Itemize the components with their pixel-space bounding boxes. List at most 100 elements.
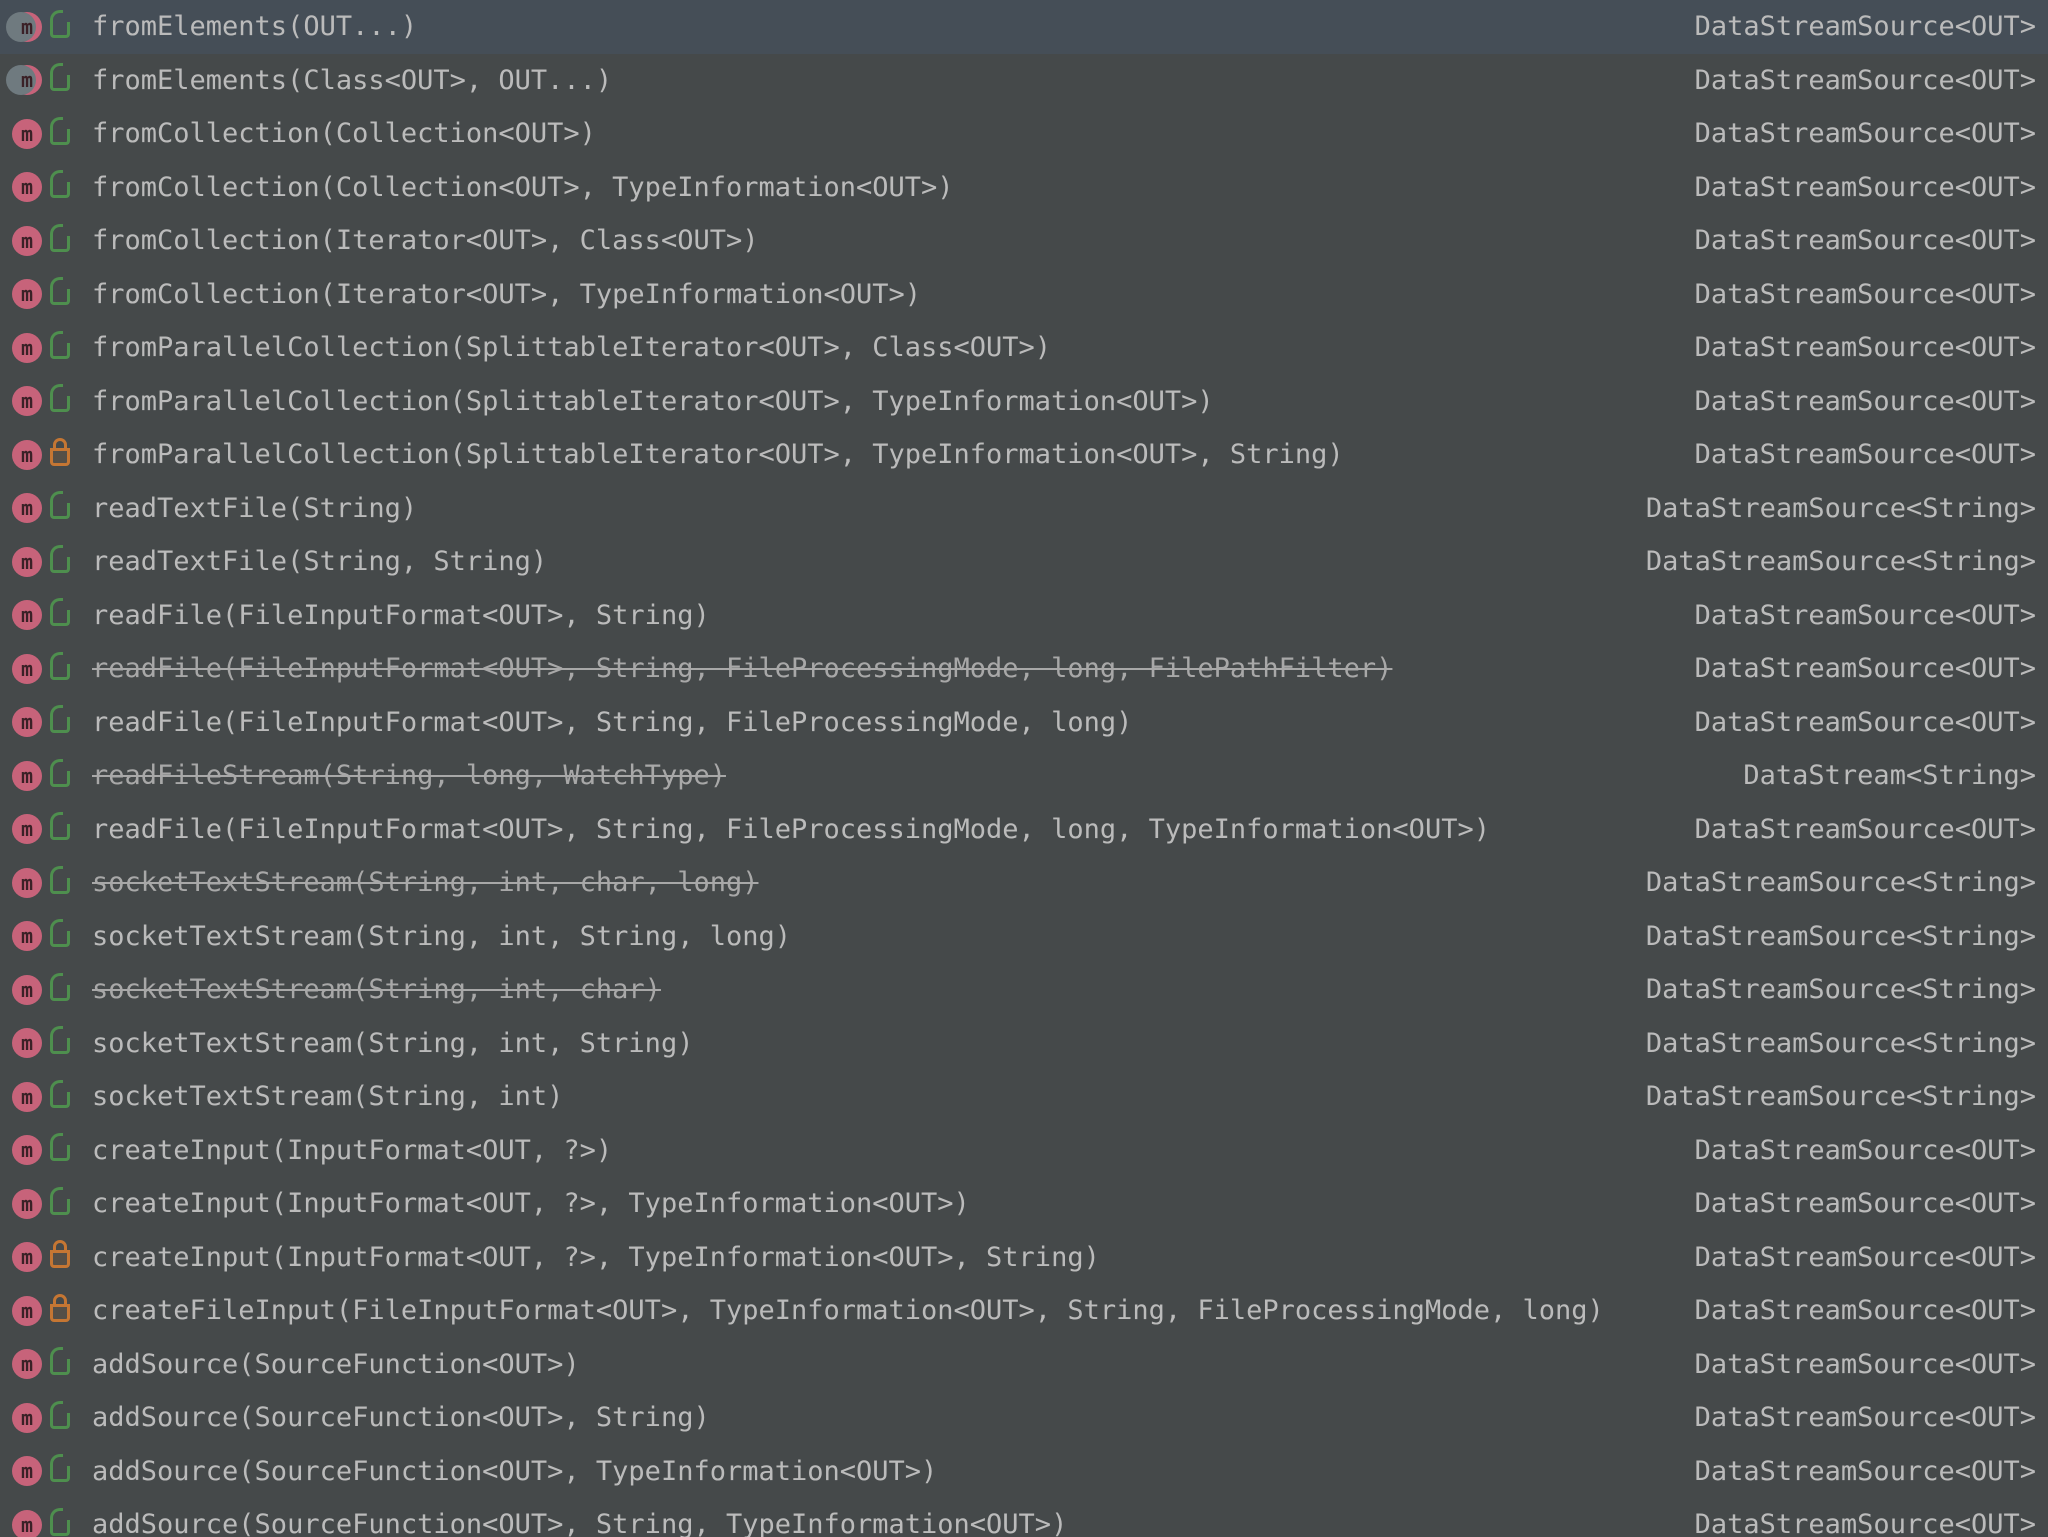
method-signature: socketTextStream(String, int) — [70, 1081, 1626, 1112]
lock-open-icon — [50, 872, 70, 894]
lock-open-icon — [50, 765, 70, 787]
method-badge-icon: m — [12, 493, 42, 523]
completion-item[interactable]: mfromCollection(Collection<OUT>)DataStre… — [0, 107, 2048, 161]
lock-open-icon — [50, 551, 70, 573]
method-badge-icon: m — [12, 1242, 42, 1272]
return-type: DataStreamSource<OUT> — [1675, 1456, 2036, 1487]
method-icon: m — [12, 547, 70, 577]
completion-item[interactable]: mfromCollection(Iterator<OUT>, TypeInfor… — [0, 268, 2048, 322]
return-type: DataStreamSource<OUT> — [1675, 11, 2036, 42]
method-badge-icon: m — [12, 440, 42, 470]
lock-open-icon — [50, 123, 70, 145]
method-signature: socketTextStream(String, int, String, lo… — [70, 921, 1626, 952]
method-badge-icon: m — [12, 1510, 42, 1537]
method-icon: m — [12, 440, 70, 470]
lock-open-icon — [50, 979, 70, 1001]
lock-open-icon — [50, 925, 70, 947]
method-badge-icon: m — [12, 707, 42, 737]
method-badge-icon: m — [12, 1189, 42, 1219]
completion-item[interactable]: msocketTextStream(String, int, char, lon… — [0, 856, 2048, 910]
lock-open-icon — [50, 658, 70, 680]
method-badge-icon: m — [12, 172, 42, 202]
completion-item[interactable]: mfromElements(OUT...)DataStreamSource<OU… — [0, 0, 2048, 54]
lock-open-icon — [50, 283, 70, 305]
completion-item[interactable]: mreadFile(FileInputFormat<OUT>, String, … — [0, 803, 2048, 857]
return-type: DataStreamSource<String> — [1626, 974, 2036, 1005]
method-signature: socketTextStream(String, int, String) — [70, 1028, 1626, 1059]
method-signature: readTextFile(String, String) — [70, 546, 1626, 577]
lock-open-icon — [50, 1086, 70, 1108]
method-icon: m — [12, 1403, 70, 1433]
completion-item[interactable]: mreadTextFile(String)DataStreamSource<St… — [0, 482, 2048, 536]
return-type: DataStreamSource<String> — [1626, 1028, 2036, 1059]
lock-open-icon — [50, 1514, 70, 1536]
method-icon: m — [12, 921, 70, 951]
completion-item[interactable]: msocketTextStream(String, int)DataStream… — [0, 1070, 2048, 1124]
completion-item[interactable]: m readFile(FileInputFormat<OUT>, String, … — [0, 696, 2048, 750]
method-badge-icon: m — [12, 226, 42, 256]
method-signature: fromCollection(Iterator<OUT>, Class<OUT>… — [70, 225, 1675, 256]
return-type: DataStreamSource<OUT> — [1675, 600, 2036, 631]
code-completion-popup[interactable]: mfromElements(OUT...)DataStreamSource<OU… — [0, 0, 2048, 1537]
method-signature: createInput(InputFormat<OUT, ?>) — [70, 1135, 1675, 1166]
completion-item[interactable]: mreadFile(FileInputFormat<OUT>, String, … — [0, 642, 2048, 696]
method-icon: m — [12, 1510, 70, 1537]
completion-item[interactable]: mfromParallelCollection(SplittableIterat… — [0, 428, 2048, 482]
completion-item[interactable]: mfromCollection(Collection<OUT>, TypeInf… — [0, 161, 2048, 215]
lock-closed-icon — [50, 444, 70, 466]
return-type: DataStream<String> — [1723, 760, 2036, 791]
method-icon: m — [12, 119, 70, 149]
method-signature: createFileInput(FileInputFormat<OUT>, Ty… — [70, 1295, 1675, 1326]
completion-item[interactable]: m fromCollection(Iterator<OUT>, Class<OUT… — [0, 214, 2048, 268]
method-icon: m — [12, 172, 70, 202]
method-icon: m — [12, 493, 70, 523]
method-icon: m — [12, 761, 70, 791]
method-signature: readFileStream(String, long, WatchType) — [70, 760, 1723, 791]
lock-open-icon — [50, 390, 70, 412]
method-badge-icon: m — [12, 279, 42, 309]
completion-item[interactable]: mcreateInput(InputFormat<OUT, ?>, TypeIn… — [0, 1177, 2048, 1231]
completion-item[interactable]: maddSource(SourceFunction<OUT>, TypeInfo… — [0, 1445, 2048, 1499]
completion-item[interactable]: mfromElements(Class<OUT>, OUT...)DataStr… — [0, 54, 2048, 108]
completion-item[interactable]: m socketTextStream(String, int, String, l… — [0, 910, 2048, 964]
return-type: DataStreamSource<String> — [1626, 1081, 2036, 1112]
return-type: DataStreamSource<OUT> — [1675, 814, 2036, 845]
completion-item[interactable]: maddSource(SourceFunction<OUT>, String)D… — [0, 1391, 2048, 1445]
completion-item[interactable]: mcreateInput(InputFormat<OUT, ?>)DataStr… — [0, 1124, 2048, 1178]
method-badge-icon: m — [12, 1349, 42, 1379]
return-type: DataStreamSource<OUT> — [1675, 225, 2036, 256]
completion-item[interactable]: m socketTextStream(String, int, String)Da… — [0, 1017, 2048, 1071]
lock-open-icon — [50, 337, 70, 359]
method-signature: createInput(InputFormat<OUT, ?>, TypeInf… — [70, 1242, 1675, 1273]
completion-item[interactable]: m readTextFile(String, String)DataStreamS… — [0, 535, 2048, 589]
method-signature: readFile(FileInputFormat<OUT>, String, F… — [70, 707, 1675, 738]
return-type: DataStreamSource<OUT> — [1675, 65, 2036, 96]
method-icon: m — [12, 814, 70, 844]
method-badge-icon: m — [12, 547, 42, 577]
completion-item[interactable]: msocketTextStream(String, int, char)Data… — [0, 963, 2048, 1017]
completion-item[interactable]: maddSource(SourceFunction<OUT>)DataStrea… — [0, 1338, 2048, 1392]
completion-item[interactable]: mfromParallelCollection(SplittableIterat… — [0, 321, 2048, 375]
return-type: DataStreamSource<String> — [1626, 867, 2036, 898]
completion-item[interactable]: m createInput(InputFormat<OUT, ?>, TypeIn… — [0, 1231, 2048, 1285]
method-icon: m — [12, 1349, 70, 1379]
method-badge-icon: m — [12, 1456, 42, 1486]
lock-open-icon — [50, 1193, 70, 1215]
completion-item[interactable]: mreadFile(FileInputFormat<OUT>, String)D… — [0, 589, 2048, 643]
completion-item[interactable]: maddSource(SourceFunction<OUT>, String, … — [0, 1498, 2048, 1537]
return-type: DataStreamSource<OUT> — [1675, 439, 2036, 470]
method-icon: m — [12, 1028, 70, 1058]
return-type: DataStreamSource<String> — [1626, 546, 2036, 577]
method-badge-icon: m — [12, 921, 42, 951]
completion-item[interactable]: mreadFileStream(String, long, WatchType)… — [0, 749, 2048, 803]
method-icon: m — [12, 279, 70, 309]
method-icon: m — [12, 1189, 70, 1219]
return-type: DataStreamSource<OUT> — [1675, 172, 2036, 203]
method-badge-icon: m — [12, 1135, 42, 1165]
completion-item[interactable]: mfromParallelCollection(SplittableIterat… — [0, 375, 2048, 429]
method-badge-icon: m — [12, 1028, 42, 1058]
lock-closed-icon — [50, 1246, 70, 1268]
lock-open-icon — [50, 497, 70, 519]
lock-open-icon — [50, 818, 70, 840]
completion-item[interactable]: mcreateFileInput(FileInputFormat<OUT>, T… — [0, 1284, 2048, 1338]
